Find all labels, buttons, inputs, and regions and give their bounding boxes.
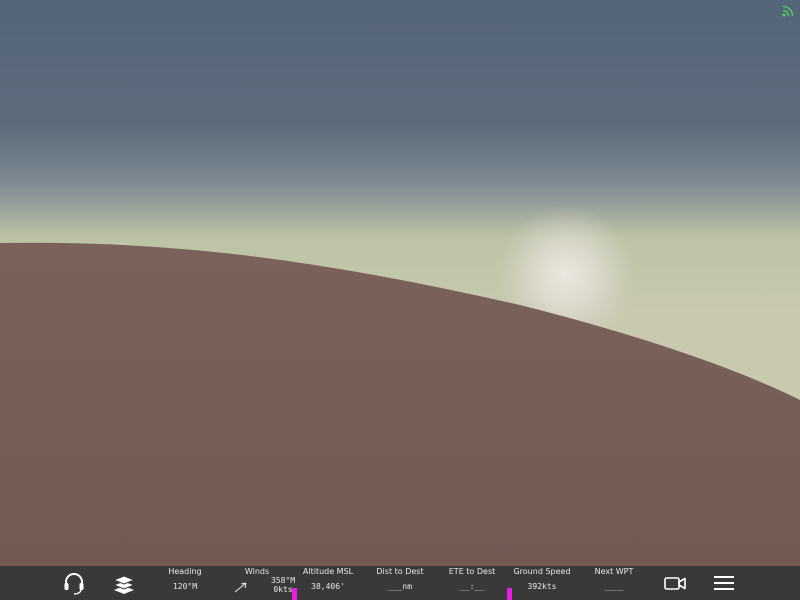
heading-stat: Heading 120°M [160, 566, 210, 600]
wind-arrow-icon [234, 582, 247, 593]
next-wpt-label: Next WPT [594, 567, 634, 576]
heading-value: 120°M [172, 582, 198, 591]
heading-label: Heading [168, 567, 202, 576]
ground-speed-stat: Ground Speed 392kts [512, 566, 572, 600]
flight-view [0, 0, 800, 566]
headset-icon[interactable] [61, 570, 87, 596]
dist-stat: Dist to Dest ___nm [370, 566, 430, 600]
wind-direction: 358°M [270, 576, 296, 585]
next-wpt-value: ____ [604, 582, 624, 591]
instrument-bar: Heading 120°M Winds 358°M 0kts Altitude … [0, 566, 800, 600]
signal-icon [782, 5, 794, 17]
dist-value: ___nm [387, 582, 413, 591]
winds-label: Winds [244, 567, 270, 576]
camera-icon[interactable] [662, 570, 688, 596]
altitude-value: 38,406' [311, 582, 345, 591]
ete-stat: ETE to Dest __:__ [442, 566, 502, 600]
ground-speed-value: 392kts [527, 582, 557, 591]
wind-indicator-marker [292, 588, 297, 600]
menu-icon[interactable] [711, 570, 737, 596]
altitude-stat: Altitude MSL 38,406' [298, 566, 358, 600]
ground-speed-label: Ground Speed [513, 567, 571, 576]
ete-label: ETE to Dest [448, 567, 496, 576]
dist-label: Dist to Dest [376, 567, 424, 576]
ete-value: __:__ [459, 582, 485, 591]
next-wpt-stat: Next WPT ____ [588, 566, 640, 600]
altitude-label: Altitude MSL [302, 567, 354, 576]
layers-icon[interactable] [111, 570, 137, 596]
